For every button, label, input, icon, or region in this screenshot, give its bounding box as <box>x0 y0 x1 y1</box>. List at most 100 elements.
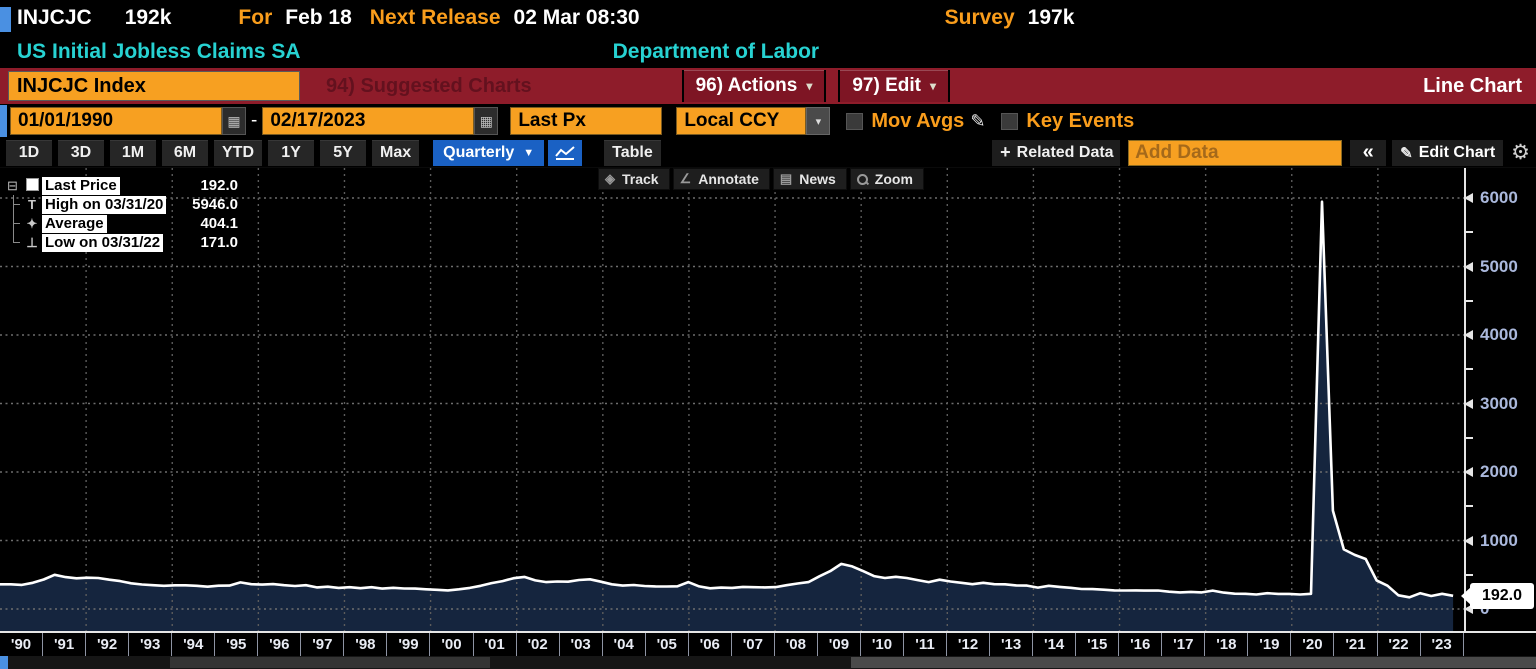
x-axis-label: '97 <box>301 633 344 656</box>
x-axis-label: '19 <box>1248 633 1291 656</box>
x-axis-label: '15 <box>1076 633 1119 656</box>
track-button[interactable]: ◈Track <box>598 168 670 190</box>
table-button[interactable]: Table <box>604 140 661 166</box>
last-value: 192k <box>125 6 172 30</box>
panel-handle-icon[interactable] <box>0 7 11 32</box>
range-button-1d[interactable]: 1D <box>6 140 52 166</box>
y-tick-arrow <box>1464 536 1473 546</box>
edit-button[interactable]: 97) Edit ▾ <box>838 70 950 102</box>
legend-row-low[interactable]: ⊥ Low on 03/31/22 171.0 <box>6 233 238 252</box>
chevron-down-icon: ▼ <box>523 147 534 159</box>
scrollbar-segment[interactable] <box>170 657 490 668</box>
range-button-3d[interactable]: 3D <box>58 140 104 166</box>
magnifier-icon <box>857 174 868 185</box>
y-axis: 0100020003000400050006000 <box>1464 168 1536 631</box>
pencil-icon[interactable]: ✎ <box>970 111 985 132</box>
range-button-ytd[interactable]: YTD <box>214 140 262 166</box>
bottom-scrollbar[interactable] <box>0 656 1536 669</box>
range-button-1y[interactable]: 1Y <box>268 140 314 166</box>
range-button-5y[interactable]: 5Y <box>320 140 366 166</box>
next-release-date: 02 Mar 08:30 <box>514 6 640 30</box>
y-tick-minor <box>1466 368 1473 370</box>
chart-right-tools: + Related Data « ✎ Edit Chart ⚙ <box>992 140 1530 166</box>
y-tick-arrow <box>1464 262 1473 272</box>
calendar-icon[interactable]: ▦ <box>222 107 246 135</box>
security-name-bar: US Initial Jobless Claims SA Department … <box>0 36 1536 68</box>
period-toolbar: 1D3D1M6MYTD1Y5YMax Quarterly ▼ Table + R… <box>0 138 1536 168</box>
y-tick-arrow <box>1464 467 1473 477</box>
chevron-down-icon: ▾ <box>806 79 812 93</box>
x-axis-label: '90 <box>0 633 43 656</box>
x-axis-label: '98 <box>344 633 387 656</box>
scrollbar-thumb[interactable] <box>851 657 1536 668</box>
x-axis-label: '06 <box>689 633 732 656</box>
panel-handle-icon <box>0 656 8 669</box>
range-button-1m[interactable]: 1M <box>110 140 156 166</box>
zoom-button[interactable]: Zoom <box>850 168 924 190</box>
y-axis-label: 1000 <box>1480 531 1518 551</box>
range-button-max[interactable]: Max <box>372 140 419 166</box>
x-axis-label: '05 <box>646 633 689 656</box>
edit-chart-button[interactable]: ✎ Edit Chart <box>1392 140 1503 166</box>
date-to-input[interactable]: 02/17/2023 <box>262 107 474 135</box>
legend-row-average[interactable]: ✦ Average 404.1 <box>6 214 238 233</box>
x-axis-label: '17 <box>1162 633 1205 656</box>
key-events-checkbox[interactable] <box>1001 113 1018 130</box>
chart-type-label: Line Chart <box>1423 75 1522 98</box>
collapse-button[interactable]: « <box>1350 140 1386 166</box>
legend-row-last-price[interactable]: ⊟ Last Price 192.0 <box>6 176 238 195</box>
x-axis-label: '08 <box>775 633 818 656</box>
settings-bar: 01/01/1990 ▦ - 02/17/2023 ▦ Last Px Loca… <box>0 104 1536 138</box>
period-select[interactable]: Quarterly ▼ <box>433 140 544 166</box>
for-date: Feb 18 <box>285 6 352 30</box>
add-data-input[interactable] <box>1128 140 1342 166</box>
related-data-button[interactable]: + Related Data <box>992 140 1120 166</box>
actions-button[interactable]: 96) Actions ▾ <box>682 70 827 102</box>
x-axis-label: '95 <box>215 633 258 656</box>
x-axis-label: '01 <box>474 633 517 656</box>
ticker-input[interactable]: INJCJC Index <box>8 71 300 101</box>
x-axis-label: '96 <box>258 633 301 656</box>
command-bar: INJCJC Index 94) Suggested Charts 96) Ac… <box>0 68 1536 104</box>
line-chart-icon[interactable] <box>548 140 582 166</box>
annotate-button[interactable]: ∠Annotate <box>673 168 770 190</box>
range-button-6m[interactable]: 6M <box>162 140 208 166</box>
news-button[interactable]: ▤News <box>773 168 847 190</box>
calendar-icon[interactable]: ▦ <box>474 107 498 135</box>
low-marker-icon: ⊥ <box>22 235 42 251</box>
annotate-icon: ∠ <box>680 171 692 187</box>
survey-label: Survey <box>945 6 1015 30</box>
legend-row-high[interactable]: T High on 03/31/20 5946.0 <box>6 195 238 214</box>
ticker-symbol: INJCJC <box>17 6 92 30</box>
price-field-select[interactable]: Last Px <box>510 107 662 135</box>
gear-icon[interactable]: ⚙ <box>1511 140 1530 165</box>
x-axis-label: '13 <box>990 633 1033 656</box>
x-axis-label: '21 <box>1334 633 1377 656</box>
x-axis-label: '09 <box>818 633 861 656</box>
x-axis-label: '11 <box>904 633 947 656</box>
chevron-down-icon: ▾ <box>930 79 936 93</box>
key-events-label: Key Events <box>1026 110 1134 133</box>
chevron-down-icon[interactable]: ▾ <box>806 107 830 135</box>
currency-select[interactable]: Local CCY <box>676 107 806 135</box>
pencil-icon: ✎ <box>1400 144 1413 162</box>
series-swatch <box>22 178 42 194</box>
date-from-input[interactable]: 01/01/1990 <box>10 107 222 135</box>
y-tick-arrow <box>1464 330 1473 340</box>
mov-avgs-checkbox[interactable] <box>846 113 863 130</box>
y-tick-minor <box>1466 300 1473 302</box>
x-axis-label: '20 <box>1291 633 1334 656</box>
x-axis-label: '14 <box>1033 633 1076 656</box>
chart-area[interactable]: 0100020003000400050006000 192.0 ⊟ Last P… <box>0 168 1536 631</box>
average-marker-icon: ✦ <box>22 216 42 232</box>
chart-legend[interactable]: ⊟ Last Price 192.0 T High on 03/31/20 59… <box>6 176 238 252</box>
news-icon: ▤ <box>780 171 792 187</box>
panel-handle-icon <box>0 105 7 137</box>
security-info-bar: INJCJC 192k For Feb 18 Next Release 02 M… <box>0 0 1536 36</box>
tree-expander-icon[interactable]: ⊟ <box>7 179 18 192</box>
x-axis-label: '02 <box>517 633 560 656</box>
suggested-charts-button[interactable]: 94) Suggested Charts <box>326 75 532 98</box>
y-tick-minor <box>1466 231 1473 233</box>
x-axis: '90'91'92'93'94'95'96'97'98'99'00'01'02'… <box>0 631 1536 656</box>
x-axis-label: '12 <box>947 633 990 656</box>
